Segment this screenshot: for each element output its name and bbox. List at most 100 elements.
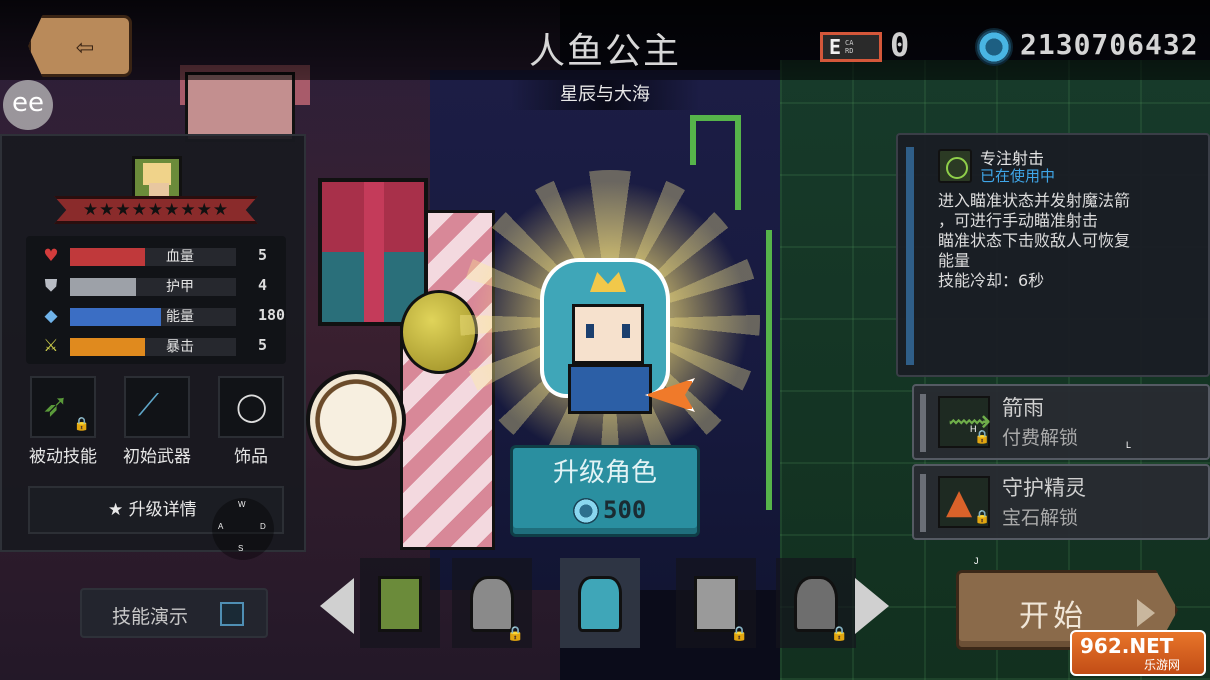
decor-line — [690, 115, 696, 165]
stat-row-armor: ⛊ 护甲 4 — [40, 274, 280, 300]
mermaid-portrait — [578, 576, 622, 632]
skill-panel[interactable]: 专注射击 已在使用中 进入瞄准状态并发射魔法箭 ，可进行手动瞄准射击 瞄准状态下… — [896, 133, 1210, 377]
cake-decor — [306, 370, 406, 470]
skill-description: 进入瞄准状态并发射魔法箭 ，可进行手动瞄准射击 瞄准状态下击败敌人可恢复 能量 … — [938, 191, 1200, 291]
lock-icon: 🔒 — [506, 626, 524, 642]
stat-bar-fill — [70, 278, 137, 296]
key-a: A — [218, 522, 224, 531]
watermark-text: 乐游网 — [1144, 658, 1181, 672]
weapon-icon: ⟋ — [138, 388, 159, 423]
stat-label: 护甲 — [166, 279, 194, 295]
stats-panel: ★★★★★★★★★ ♥ 血量 5 ⛊ 护甲 4 ◆ 能量 180 ⚔ 暴击 5 … — [0, 134, 306, 560]
stat-row-crit: ⚔ 暴击 5 — [40, 334, 280, 360]
stat-row-energy: ◆ 能量 180 — [40, 304, 285, 330]
decor-line — [735, 115, 741, 210]
key-d: D — [260, 522, 266, 531]
key-w: W — [238, 500, 246, 509]
bow-icon: ➶ — [42, 386, 69, 424]
lock-icon: 🔒 — [830, 626, 848, 642]
stat-label: 能量 — [166, 309, 194, 325]
upgrade-title: 升级角色 — [552, 458, 657, 488]
skill-guardian-spirit[interactable]: ▲ 🔒 守护精灵 宝石解锁 — [912, 464, 1210, 540]
skill-arrow-rain[interactable]: ⟿ H 🔒 箭雨 付费解锁 L — [912, 384, 1210, 460]
alt-accent-bar — [920, 394, 926, 452]
stat-bar-fill — [70, 248, 145, 266]
ticket-count: 0 — [890, 26, 910, 64]
skill-status: 已在使用中 — [980, 167, 1056, 185]
passive-skill-slot[interactable]: ➶ 🔒 — [30, 376, 96, 438]
stat-bar: 血量 — [70, 248, 236, 266]
alt-skill-name: 箭雨 — [1002, 396, 1044, 420]
hotkey-l: L — [1126, 440, 1132, 450]
start-label: 开始 — [1019, 599, 1087, 634]
star-rating: ★★★★★★★★★ — [54, 196, 258, 224]
locked-portrait — [694, 576, 738, 632]
elf-portrait — [378, 576, 422, 632]
stat-box: ♥ 血量 5 ⛊ 护甲 4 ◆ 能量 180 ⚔ 暴击 5 — [26, 236, 286, 364]
sword-icon: ⚔ — [43, 336, 59, 356]
triangle-icon: ▲ — [946, 482, 973, 522]
watermark-logo: 962.NET — [1080, 634, 1174, 658]
skill-demo-toggle[interactable]: 技能演示 — [80, 588, 268, 638]
character-slot-locked[interactable]: 🔒 — [776, 558, 856, 648]
starting-weapon-slot[interactable]: ⟋ — [124, 376, 190, 438]
stat-row-hp: ♥ 血量 5 — [40, 244, 280, 270]
site-watermark: 962.NET 乐游网 — [1070, 630, 1206, 676]
stat-value: 5 — [258, 246, 268, 264]
shield-icon: ⛊ — [44, 276, 58, 296]
character-title: 人鱼公主 — [528, 31, 681, 72]
stat-bar: 暴击 — [70, 338, 236, 356]
gem-icon — [975, 28, 1013, 66]
skill-accent-bar — [906, 147, 914, 365]
character-eye — [586, 324, 594, 338]
ticket-card-icon: E CA RD — [820, 32, 882, 62]
character-slot-locked[interactable]: 🔒 — [452, 558, 532, 648]
stat-value: 4 — [258, 276, 268, 294]
skill-desc-line: 技能冷却：6秒 — [938, 271, 1045, 290]
alt-skill-unlock: 宝石解锁 — [1002, 507, 1079, 529]
skill-demo-checkbox[interactable] — [220, 602, 244, 626]
crosshair-icon — [938, 149, 972, 183]
locked-portrait — [794, 576, 838, 632]
stat-value: 180 — [258, 306, 286, 324]
locked-portrait — [470, 576, 514, 632]
alt-accent-bar — [920, 474, 926, 532]
stat-value: 5 — [258, 336, 268, 354]
diamond-icon: ◆ — [44, 306, 58, 326]
ticket-letter: E — [829, 35, 842, 59]
stat-bar-fill — [70, 338, 145, 356]
back-button[interactable]: ⇦ — [28, 15, 132, 77]
background-girl — [185, 72, 295, 142]
skin-subtitle: 星辰与大海 — [510, 80, 700, 110]
stat-label: 血量 — [166, 249, 194, 265]
gem-icon — [573, 498, 599, 524]
overlay-ee-button[interactable]: ee — [3, 80, 53, 130]
character-face — [572, 304, 644, 364]
alt-skill-name: 守护精灵 — [1002, 476, 1086, 500]
character-slot-locked[interactable]: 🔒 — [676, 558, 756, 648]
accessory-label: 饰品 — [234, 447, 268, 467]
key-s: S — [238, 544, 244, 553]
ticket-small-text: CA RD — [845, 39, 854, 55]
character-body — [568, 364, 652, 414]
ring-icon: ◯ — [236, 390, 268, 423]
stat-bar: 能量 — [70, 308, 236, 326]
starting-weapon-label: 初始武器 — [123, 447, 191, 467]
stat-label: 暴击 — [166, 339, 194, 355]
heart-icon: ♥ — [43, 246, 59, 266]
stat-bar: 护甲 — [70, 278, 236, 296]
upgrade-character-button[interactable]: 升级角色 500 — [510, 445, 700, 537]
hotkey-j: J — [974, 556, 979, 566]
stat-bar-fill — [70, 308, 162, 326]
character-slot-mermaid[interactable] — [560, 558, 640, 648]
exit-icon: ⇦ — [75, 28, 95, 64]
passive-skill-label: 被动技能 — [29, 447, 97, 467]
gem-count: 2130706432 — [1020, 28, 1199, 61]
skill-desc-line: 能量 — [938, 251, 971, 270]
alt-skill-unlock: 付费解锁 — [1002, 427, 1079, 449]
skill-desc-line: 瞄准状态下击败敌人可恢复 — [938, 231, 1131, 250]
character-slot-elf[interactable] — [360, 558, 440, 648]
accessory-slot[interactable]: ◯ — [218, 376, 284, 438]
character-portrait — [132, 156, 182, 200]
lock-icon: 🔒 — [730, 626, 748, 642]
